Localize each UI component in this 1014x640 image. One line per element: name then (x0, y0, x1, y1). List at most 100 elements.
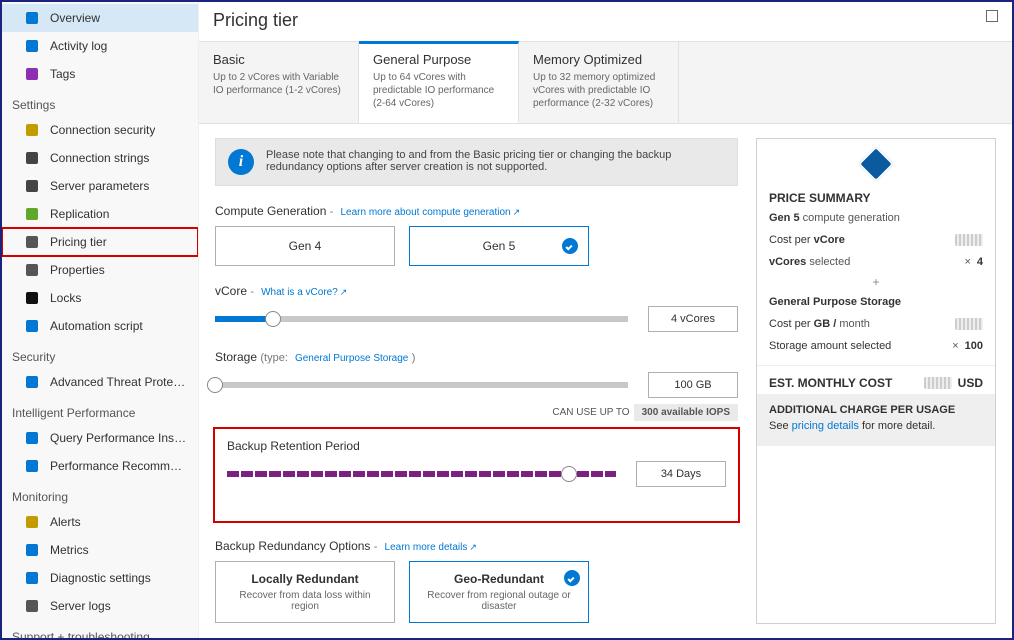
sidebar-item-locks[interactable]: Locks (2, 284, 198, 312)
pricing-icon (24, 234, 40, 250)
price-summary-title: PRICE SUMMARY (757, 185, 995, 207)
sidebar-item-activity[interactable]: Activity log (2, 32, 198, 60)
redundancy-subtitle: Recover from data loss within region (228, 590, 382, 612)
iops-note: CAN USE UP TO 300 available IOPS (215, 404, 738, 421)
tab-title: General Purpose (373, 52, 504, 67)
vcore-slider-thumb[interactable] (265, 311, 281, 327)
storage-slider[interactable] (215, 375, 628, 395)
sidebar-item-label: Activity log (50, 39, 107, 53)
tab-subtitle: Up to 64 vCores with predictable IO perf… (373, 71, 504, 110)
sidebar-item-label: Properties (50, 263, 105, 277)
sidebar-item-label: Diagnostic settings (50, 571, 151, 585)
check-icon (562, 238, 578, 254)
redundancy-option-locally-redundant[interactable]: Locally Redundant Recover from data loss … (215, 561, 395, 623)
sidebar-group-title: Security (2, 340, 198, 368)
info-text: Please note that changing to and from th… (266, 149, 725, 173)
sidebar-item-label: Query Performance Insight (... (50, 431, 188, 445)
vcore-link[interactable]: What is a vCore? (261, 287, 347, 298)
info-banner: i Please note that changing to and from … (215, 138, 738, 186)
redundancy-title: Geo-Redundant (422, 572, 576, 586)
link-icon (24, 150, 40, 166)
tab-title: Memory Optimized (533, 52, 664, 67)
sidebar-item-connstr[interactable]: Connection strings (2, 144, 198, 172)
chart-icon (24, 430, 40, 446)
redundancy-title: Locally Redundant (228, 572, 382, 586)
sidebar-item-params[interactable]: Server parameters (2, 172, 198, 200)
page-title: Pricing tier (213, 10, 298, 31)
sidebar-item-auto[interactable]: Automation script (2, 312, 198, 340)
script-icon (24, 318, 40, 334)
metrics-icon (24, 542, 40, 558)
compute-option-gen-4[interactable]: Gen 4 (215, 226, 395, 266)
tab-basic[interactable]: BasicUp to 2 vCores with Variable IO per… (199, 42, 359, 123)
redacted-cost-icon (955, 234, 983, 246)
sidebar-item-label: Automation script (50, 319, 143, 333)
redundancy-option-geo-redundant[interactable]: Geo-Redundant Recover from regional outag… (409, 561, 589, 623)
sidebar-item-perf[interactable]: Performance Recommendatio... (2, 452, 198, 480)
sidebar-group-title: Intelligent Performance (2, 396, 198, 424)
storage-value: 100 GB (648, 372, 738, 398)
sidebar-item-label: Server logs (50, 599, 111, 613)
redacted-cost-icon (924, 377, 952, 389)
sidebar-item-diag[interactable]: Diagnostic settings (2, 564, 198, 592)
sidebar-item-atp[interactable]: Advanced Threat Protection (... (2, 368, 198, 396)
sidebar-item-metrics[interactable]: Metrics (2, 536, 198, 564)
info-icon: i (228, 149, 254, 175)
storage-label: Storage (type: General Purpose Storage ) (215, 350, 738, 364)
sidebar-item-label: Advanced Threat Protection (... (50, 375, 188, 389)
compute-generation-link[interactable]: Learn more about compute generation (340, 207, 520, 218)
price-summary-panel: PRICE SUMMARY Gen 5 compute generation C… (756, 138, 996, 624)
maximize-icon[interactable] (986, 10, 998, 22)
sidebar-item-label: Tags (50, 67, 75, 81)
tab-general-purpose[interactable]: General Purpose Up to 64 vCores with pred… (359, 41, 519, 123)
sidebar-item-pricing[interactable]: Pricing tier (2, 228, 198, 256)
redacted-cost-icon (955, 318, 983, 330)
option-label: Gen 4 (289, 239, 322, 253)
sidebar-item-tags[interactable]: Tags (2, 60, 198, 88)
tab-subtitle: Up to 2 vCores with Variable IO performa… (213, 71, 344, 97)
lock-icon (24, 290, 40, 306)
backup-retention-value: 34 Days (636, 461, 726, 487)
redundancy-link[interactable]: Learn more details (385, 542, 477, 553)
sidebar-item-label: Overview (50, 11, 100, 25)
shield-icon (24, 122, 40, 138)
sidebar-item-qpi[interactable]: Query Performance Insight (... (2, 424, 198, 452)
sidebar-item-alerts[interactable]: Alerts (2, 508, 198, 536)
redundancy-subtitle: Recover from regional outage or disaster (422, 590, 576, 612)
backup-retention-label: Backup Retention Period (227, 439, 726, 453)
redundancy-label: Backup Redundancy Options - Learn more d… (215, 539, 738, 553)
tags-icon (24, 66, 40, 82)
sidebar-group-title: Support + troubleshooting (2, 620, 198, 638)
backup-retention-thumb[interactable] (561, 466, 577, 482)
sidebar-item-label: Server parameters (50, 179, 149, 193)
compute-option-gen-5[interactable]: Gen 5 (409, 226, 589, 266)
sidebar-item-props[interactable]: Properties (2, 256, 198, 284)
pricing-tier-tabs: BasicUp to 2 vCores with Variable IO per… (199, 41, 1012, 124)
sidebar-item-logs[interactable]: Server logs (2, 592, 198, 620)
pricing-details-link[interactable]: pricing details (792, 420, 859, 432)
properties-icon (24, 262, 40, 278)
tab-subtitle: Up to 32 memory optimized vCores with pr… (533, 71, 664, 110)
option-label: Gen 5 (483, 239, 516, 253)
sidebar-item-label: Replication (50, 207, 109, 221)
tab-memory-optimized[interactable]: Memory Optimized Up to 32 memory optimize… (519, 42, 679, 123)
vcore-slider[interactable] (215, 309, 628, 329)
sidebar-group-title: Settings (2, 88, 198, 116)
sidebar-item-label: Performance Recommendatio... (50, 459, 188, 473)
sidebar-item-repl[interactable]: Replication (2, 200, 198, 228)
storage-type-link[interactable]: General Purpose Storage (295, 353, 408, 364)
diag-icon (24, 570, 40, 586)
alert-icon (24, 514, 40, 530)
sidebar-group-title: Monitoring (2, 480, 198, 508)
vcore-label: vCore - What is a vCore? (215, 284, 738, 298)
logs-icon (24, 598, 40, 614)
additional-charge-section: ADDITIONAL CHARGE PER USAGE See pricing … (757, 394, 995, 446)
sidebar-item-overview[interactable]: Overview (2, 4, 198, 32)
redundancy-options: Locally Redundant Recover from data loss … (215, 561, 738, 623)
sidebar-item-connsec[interactable]: Connection security (2, 116, 198, 144)
list-icon (24, 458, 40, 474)
shield2-icon (24, 374, 40, 390)
storage-slider-thumb[interactable] (207, 377, 223, 393)
backup-retention-slider[interactable] (227, 464, 616, 484)
gear-icon (24, 178, 40, 194)
